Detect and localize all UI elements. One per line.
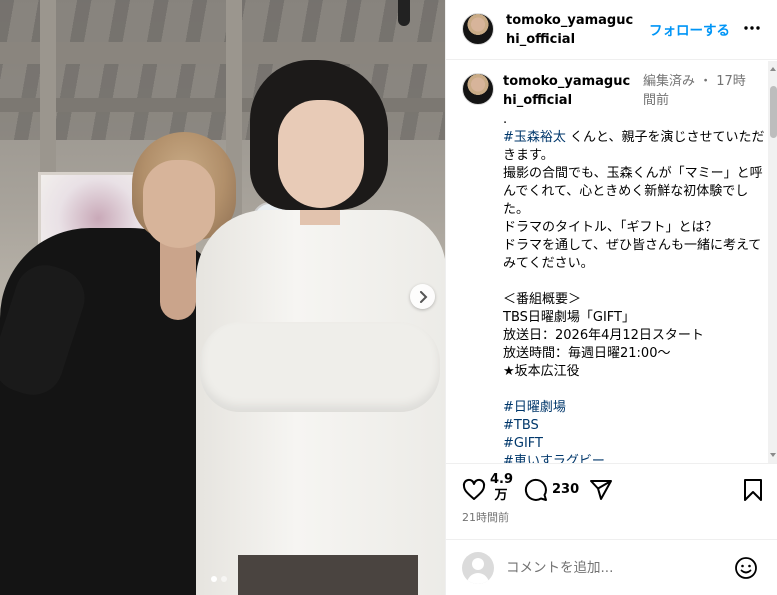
comment-input[interactable] bbox=[506, 557, 726, 579]
caption-area[interactable]: tomoko_yamaguchi_official 編集済み ・ 17時間前 .… bbox=[446, 61, 777, 463]
man-pants bbox=[238, 555, 418, 595]
more-icon bbox=[744, 26, 760, 30]
hashtag-link[interactable]: #GIFT bbox=[503, 436, 543, 451]
hashtag-link[interactable]: #日曜劇場 bbox=[503, 400, 566, 415]
scrollbar-thumb[interactable] bbox=[770, 86, 777, 138]
emoji-icon[interactable] bbox=[734, 556, 758, 580]
action-bar: 4.9万 230 21時間前 bbox=[446, 463, 777, 539]
caption-line-text: ＜番組概要＞ bbox=[503, 292, 582, 307]
caption-line-text: 放送時間：毎週日曜21:00〜 bbox=[503, 346, 671, 361]
comment-count[interactable]: 230 bbox=[552, 482, 579, 497]
caption-line-text: 放送日：2026年4月12日スタート bbox=[503, 328, 704, 343]
avatar[interactable] bbox=[462, 73, 494, 105]
caption-line bbox=[503, 273, 765, 291]
scroll-down-arrow[interactable] bbox=[770, 453, 776, 457]
man-face bbox=[278, 100, 364, 208]
caption-line-text: ドラマを通して、ぜひ皆さんも一緒に考えてみてください。 bbox=[503, 238, 762, 271]
caption-line: #日曜劇場 bbox=[503, 399, 765, 417]
more-options-button[interactable] bbox=[742, 18, 762, 38]
username-link[interactable]: tomoko_yamaguchi_official bbox=[506, 11, 640, 49]
scroll-up-arrow[interactable] bbox=[770, 67, 776, 71]
beam bbox=[0, 42, 445, 64]
follow-button[interactable]: フォローする bbox=[649, 19, 730, 39]
carousel-dot bbox=[221, 576, 227, 582]
caption-line-text: ドラマのタイトル、「ギフト」とは？ bbox=[503, 220, 718, 235]
next-photo-button[interactable] bbox=[410, 284, 435, 309]
current-user-avatar bbox=[462, 552, 494, 584]
caption-line: ＜番組概要＞ bbox=[503, 291, 765, 309]
hashtag-link[interactable]: #TBS bbox=[503, 418, 539, 433]
avatar[interactable] bbox=[462, 13, 494, 45]
woman-neck bbox=[160, 240, 196, 320]
caption-line: ドラマのタイトル、「ギフト」とは？ bbox=[503, 219, 765, 237]
post-timestamp: 21時間前 bbox=[462, 511, 509, 524]
share-icon[interactable] bbox=[589, 478, 613, 502]
caption-line: #TBS bbox=[503, 417, 765, 435]
caption-line: 撮影の合間でも、玉森くんが「マミー」と呼んでくれて、心ときめく新鮮な初体験でした… bbox=[503, 165, 765, 219]
caption-username-link[interactable]: tomoko_yamaguchi_official bbox=[503, 72, 639, 110]
caption-line bbox=[503, 381, 765, 399]
man-crossed-arms bbox=[200, 322, 440, 412]
caption-line: #GIFT bbox=[503, 435, 765, 453]
post-header: tomoko_yamaguchi_official フォローする bbox=[446, 0, 777, 60]
woman-face bbox=[143, 160, 215, 248]
caption-line: . bbox=[503, 111, 765, 129]
caption-line: ★坂本広江役 bbox=[503, 363, 765, 381]
caption-line: 放送日：2026年4月12日スタート bbox=[503, 327, 765, 345]
carousel-indicator bbox=[211, 576, 227, 582]
caption-meta: 編集済み ・ 17時間前 bbox=[643, 74, 746, 108]
caption-line-text: TBS日曜劇場「GIFT」 bbox=[503, 310, 635, 325]
caption-line: ドラマを通して、ぜひ皆さんも一緒に考えてみてください。 bbox=[503, 237, 765, 273]
comment-icon[interactable] bbox=[524, 478, 548, 502]
post-sidebar: tomoko_yamaguchi_official フォローする tomoko_… bbox=[445, 0, 777, 595]
bookmark-icon[interactable] bbox=[742, 478, 764, 502]
scrollbar[interactable] bbox=[768, 61, 777, 463]
caption-line: #玉森裕太 くんと、親子を演じさせていただきます。 bbox=[503, 129, 765, 165]
carousel-dot bbox=[211, 576, 217, 582]
chevron-right-icon bbox=[419, 290, 427, 303]
caption-line: TBS日曜劇場「GIFT」 bbox=[503, 309, 765, 327]
heart-icon[interactable] bbox=[462, 478, 486, 502]
caption-line-text: ★坂本広江役 bbox=[503, 364, 580, 379]
caption-line: #車いすラグビー bbox=[503, 453, 765, 463]
comment-bar bbox=[446, 539, 777, 595]
like-count[interactable]: 4.9万 bbox=[490, 472, 513, 504]
caption-line-text: 撮影の合間でも、玉森くんが「マミー」と呼んでくれて、心ときめく新鮮な初体験でした… bbox=[503, 166, 763, 217]
ceiling-lamp bbox=[398, 0, 410, 26]
hashtag-link[interactable]: #車いすラグビー bbox=[503, 454, 605, 463]
caption-text: . #玉森裕太 くんと、親子を演じさせていただきます。 撮影の合間でも、玉森くんが「… bbox=[503, 111, 765, 463]
hashtag-link[interactable]: #玉森裕太 bbox=[503, 130, 566, 145]
caption-line: 放送時間：毎週日曜21:00〜 bbox=[503, 345, 765, 363]
caption-line-text: . bbox=[503, 112, 508, 127]
post-photo[interactable] bbox=[0, 0, 445, 595]
